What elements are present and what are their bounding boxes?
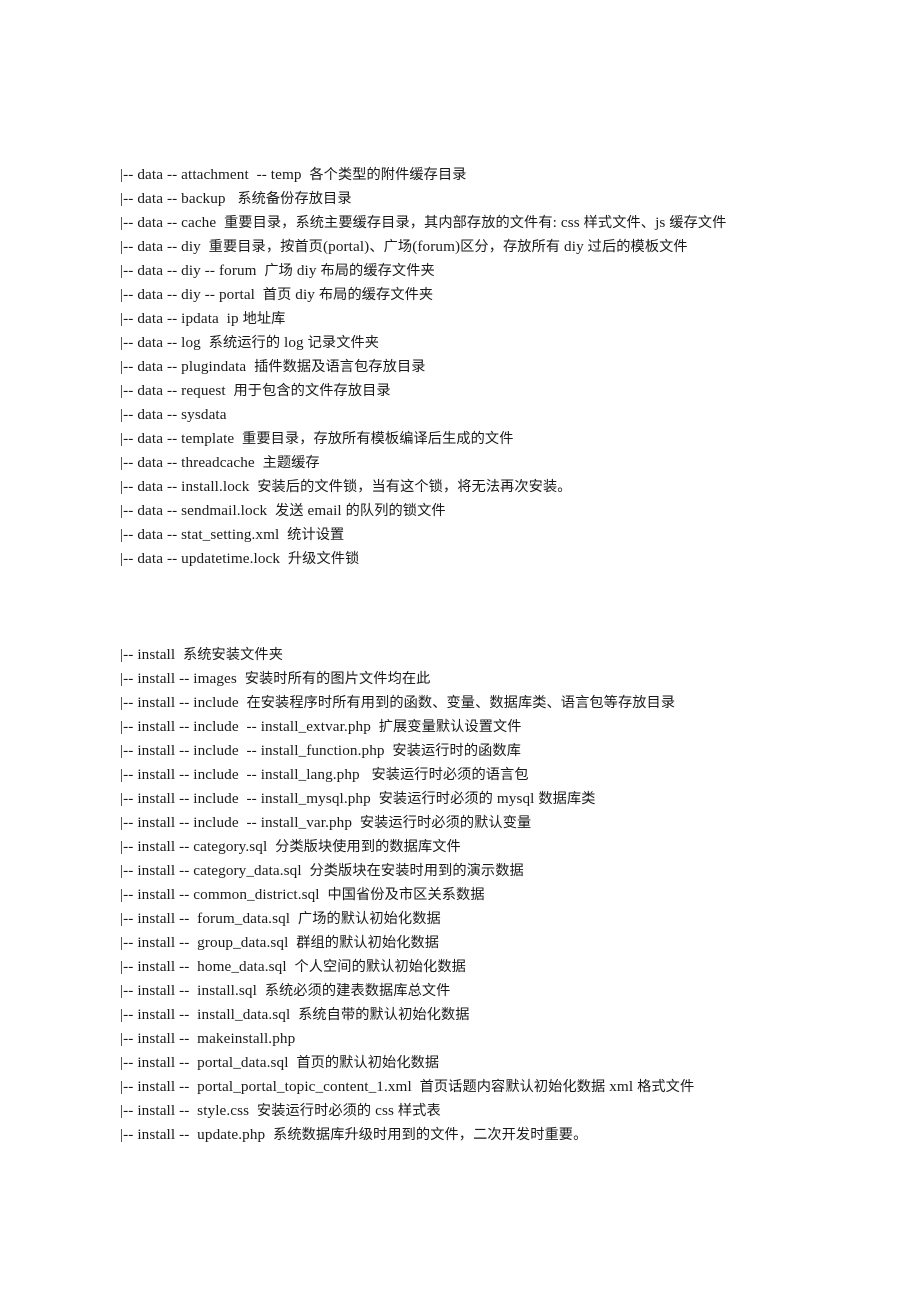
tree-line: |-- data -- plugindata 插件数据及语言包存放目录 [120,358,426,375]
tree-line: |-- data -- diy -- portal 首页 diy 布局的缓存文件… [120,286,434,303]
tree-line: |-- install -- group_data.sql 群组的默认初始化数据 [120,934,440,951]
tree-line: |-- install -- category_data.sql 分类版块在安装… [120,862,524,879]
tree-line: |-- data -- threadcache 主题缓存 [120,454,320,471]
section-data-directory: |-- data -- attachment -- temp 各个类型的附件缓存… [120,163,880,571]
tree-line: |-- data -- ipdata ip 地址库 [120,310,286,327]
tree-line: |-- install -- update.php 系统数据库升级时用到的文件，… [120,1126,588,1143]
tree-line: |-- install -- install.sql 系统必须的建表数据库总文件 [120,982,451,999]
tree-line: |-- install -- style.css 安装运行时必须的 css 样式… [120,1102,441,1119]
tree-line: |-- install -- include -- install_functi… [120,742,521,759]
tree-line: |-- data -- sendmail.lock 发送 email 的队列的锁… [120,502,446,519]
tree-line: |-- data -- template 重要目录，存放所有模板编译后生成的文件 [120,430,514,447]
tree-line: |-- data -- install.lock 安装后的文件锁，当有这个锁，将… [120,478,572,495]
tree-line: |-- install -- images 安装时所有的图片文件均在此 [120,670,431,687]
tree-line: |-- install 系统安装文件夹 [120,646,283,663]
tree-line: |-- install -- include 在安装程序时所有用到的函数、变量、… [120,694,676,711]
tree-line: |-- install -- include -- install_mysql.… [120,790,596,807]
tree-line: |-- install -- include -- install_var.ph… [120,814,532,831]
tree-line: |-- data -- updatetime.lock 升级文件锁 [120,550,360,567]
tree-line: |-- data -- cache 重要目录，系统主要缓存目录，其内部存放的文件… [120,214,727,231]
section-install-directory: |-- install 系统安装文件夹 |-- install -- image… [120,643,880,1147]
tree-line: |-- data -- request 用于包含的文件存放目录 [120,382,391,399]
tree-line: |-- data -- attachment -- temp 各个类型的附件缓存… [120,166,467,183]
tree-line: |-- data -- stat_setting.xml 统计设置 [120,526,345,543]
tree-line: |-- install -- portal_portal_topic_conte… [120,1078,695,1095]
tree-line: |-- install -- portal_data.sql 首页的默认初始化数… [120,1054,440,1071]
tree-line: |-- install -- common_district.sql 中国省份及… [120,886,485,903]
directory-tree-listing: |-- data -- attachment -- temp 各个类型的附件缓存… [120,163,880,1147]
tree-line: |-- install -- makeinstall.php [120,1030,296,1047]
tree-line: |-- data -- log 系统运行的 log 记录文件夹 [120,334,380,351]
tree-line: |-- data -- sysdata [120,406,227,423]
tree-line: |-- install -- home_data.sql 个人空间的默认初始化数… [120,958,466,975]
tree-line: |-- install -- category.sql 分类版块使用到的数据库文… [120,838,461,855]
tree-line: |-- install -- include -- install_lang.p… [120,766,529,783]
tree-line: |-- data -- diy 重要目录，按首页(portal)、广场(foru… [120,238,688,255]
tree-line: |-- install -- include -- install_extvar… [120,718,522,735]
tree-line: |-- install -- forum_data.sql 广场的默认初始化数据 [120,910,441,927]
document-page: |-- data -- attachment -- temp 各个类型的附件缓存… [0,0,920,1302]
section-separator [120,571,880,643]
tree-line: |-- data -- backup 系统备份存放目录 [120,190,352,207]
tree-line: |-- install -- install_data.sql 系统自带的默认初… [120,1006,470,1023]
tree-line: |-- data -- diy -- forum 广场 diy 布局的缓存文件夹 [120,262,435,279]
